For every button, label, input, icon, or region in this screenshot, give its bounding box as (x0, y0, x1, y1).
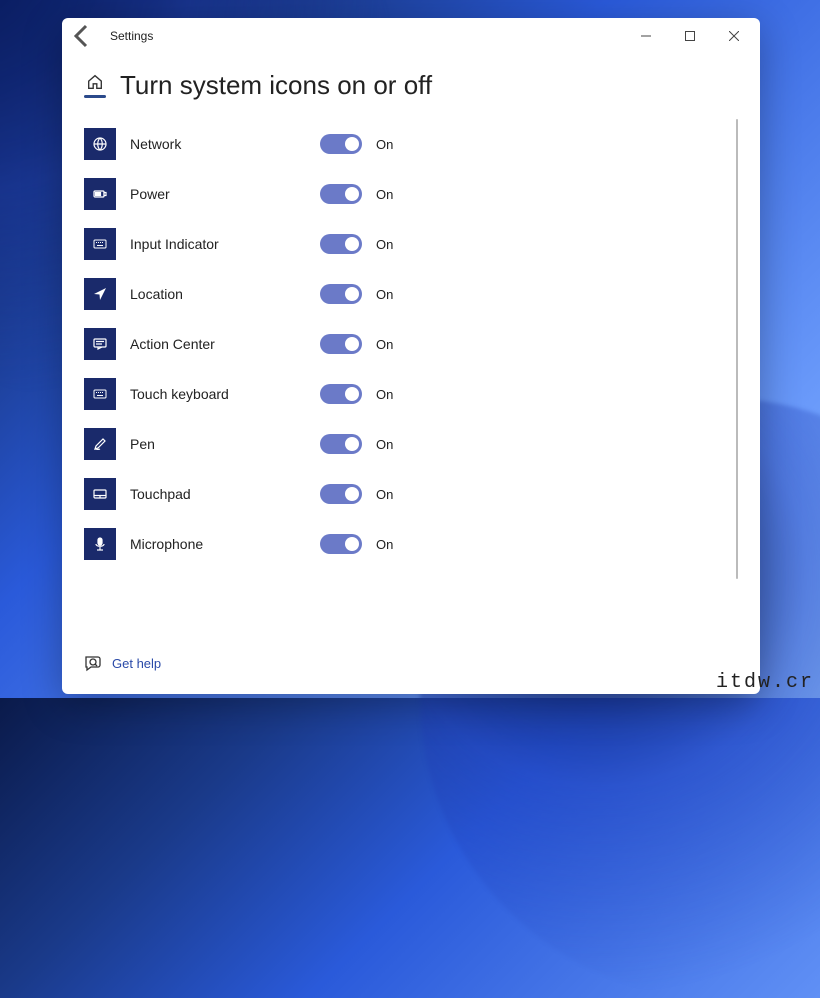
location-toggle[interactable] (320, 284, 362, 304)
row-label: Pen (130, 436, 320, 452)
footer: Get help (84, 640, 738, 686)
network-toggle[interactable] (320, 134, 362, 154)
maximize-button[interactable] (668, 21, 712, 51)
row-label: Touch keyboard (130, 386, 320, 402)
action-center-toggle[interactable] (320, 334, 362, 354)
row-label: Touchpad (130, 486, 320, 502)
home-icon (86, 73, 104, 91)
list-item: Network On (84, 119, 738, 169)
row-label: Network (130, 136, 320, 152)
location-icon (84, 278, 116, 310)
pen-icon (84, 428, 116, 460)
list-item: Touchpad On (84, 469, 738, 519)
watermark: itdw.cr (716, 671, 814, 694)
toggle-state: On (376, 487, 393, 502)
input-indicator-toggle[interactable] (320, 234, 362, 254)
back-button[interactable] (66, 20, 98, 52)
touch-keyboard-icon (84, 378, 116, 410)
close-button[interactable] (712, 21, 756, 51)
power-icon (84, 178, 116, 210)
network-icon (84, 128, 116, 160)
toggle-state: On (376, 437, 393, 452)
toggle-state: On (376, 387, 393, 402)
toggle-state: On (376, 237, 393, 252)
row-label: Microphone (130, 536, 320, 552)
power-toggle[interactable] (320, 184, 362, 204)
action-center-icon (84, 328, 116, 360)
toggle-state: On (376, 137, 393, 152)
row-label: Input Indicator (130, 236, 320, 252)
touch-keyboard-toggle[interactable] (320, 384, 362, 404)
content-area: Turn system icons on or off Network On P… (62, 54, 760, 694)
microphone-icon (84, 528, 116, 560)
header-row: Turn system icons on or off (84, 70, 738, 101)
toggle-state: On (376, 537, 393, 552)
list-item: Microphone On (84, 519, 738, 569)
get-help-link[interactable]: Get help (112, 656, 161, 671)
window-controls (624, 21, 756, 51)
list-item: Input Indicator On (84, 219, 738, 269)
minimize-button[interactable] (624, 21, 668, 51)
list-item: Power On (84, 169, 738, 219)
row-label: Power (130, 186, 320, 202)
page-title: Turn system icons on or off (120, 70, 432, 101)
scrollbar[interactable] (736, 119, 738, 579)
help-icon (84, 654, 102, 672)
toggle-state: On (376, 287, 393, 302)
row-label: Location (130, 286, 320, 302)
list-item: Action Center On (84, 319, 738, 369)
settings-list: Network On Power On (84, 119, 738, 640)
list-item: Location On (84, 269, 738, 319)
list-item: Pen On (84, 419, 738, 469)
toggle-state: On (376, 337, 393, 352)
titlebar: Settings (62, 18, 760, 54)
list-item: Touch keyboard On (84, 369, 738, 419)
toggle-state: On (376, 187, 393, 202)
input-indicator-icon (84, 228, 116, 260)
microphone-toggle[interactable] (320, 534, 362, 554)
touchpad-toggle[interactable] (320, 484, 362, 504)
touchpad-icon (84, 478, 116, 510)
home-tab[interactable] (84, 73, 106, 98)
pen-toggle[interactable] (320, 434, 362, 454)
settings-window: Settings Turn system icons on or off (62, 18, 760, 694)
home-underline (84, 95, 106, 98)
app-title: Settings (110, 29, 153, 43)
row-label: Action Center (130, 336, 320, 352)
